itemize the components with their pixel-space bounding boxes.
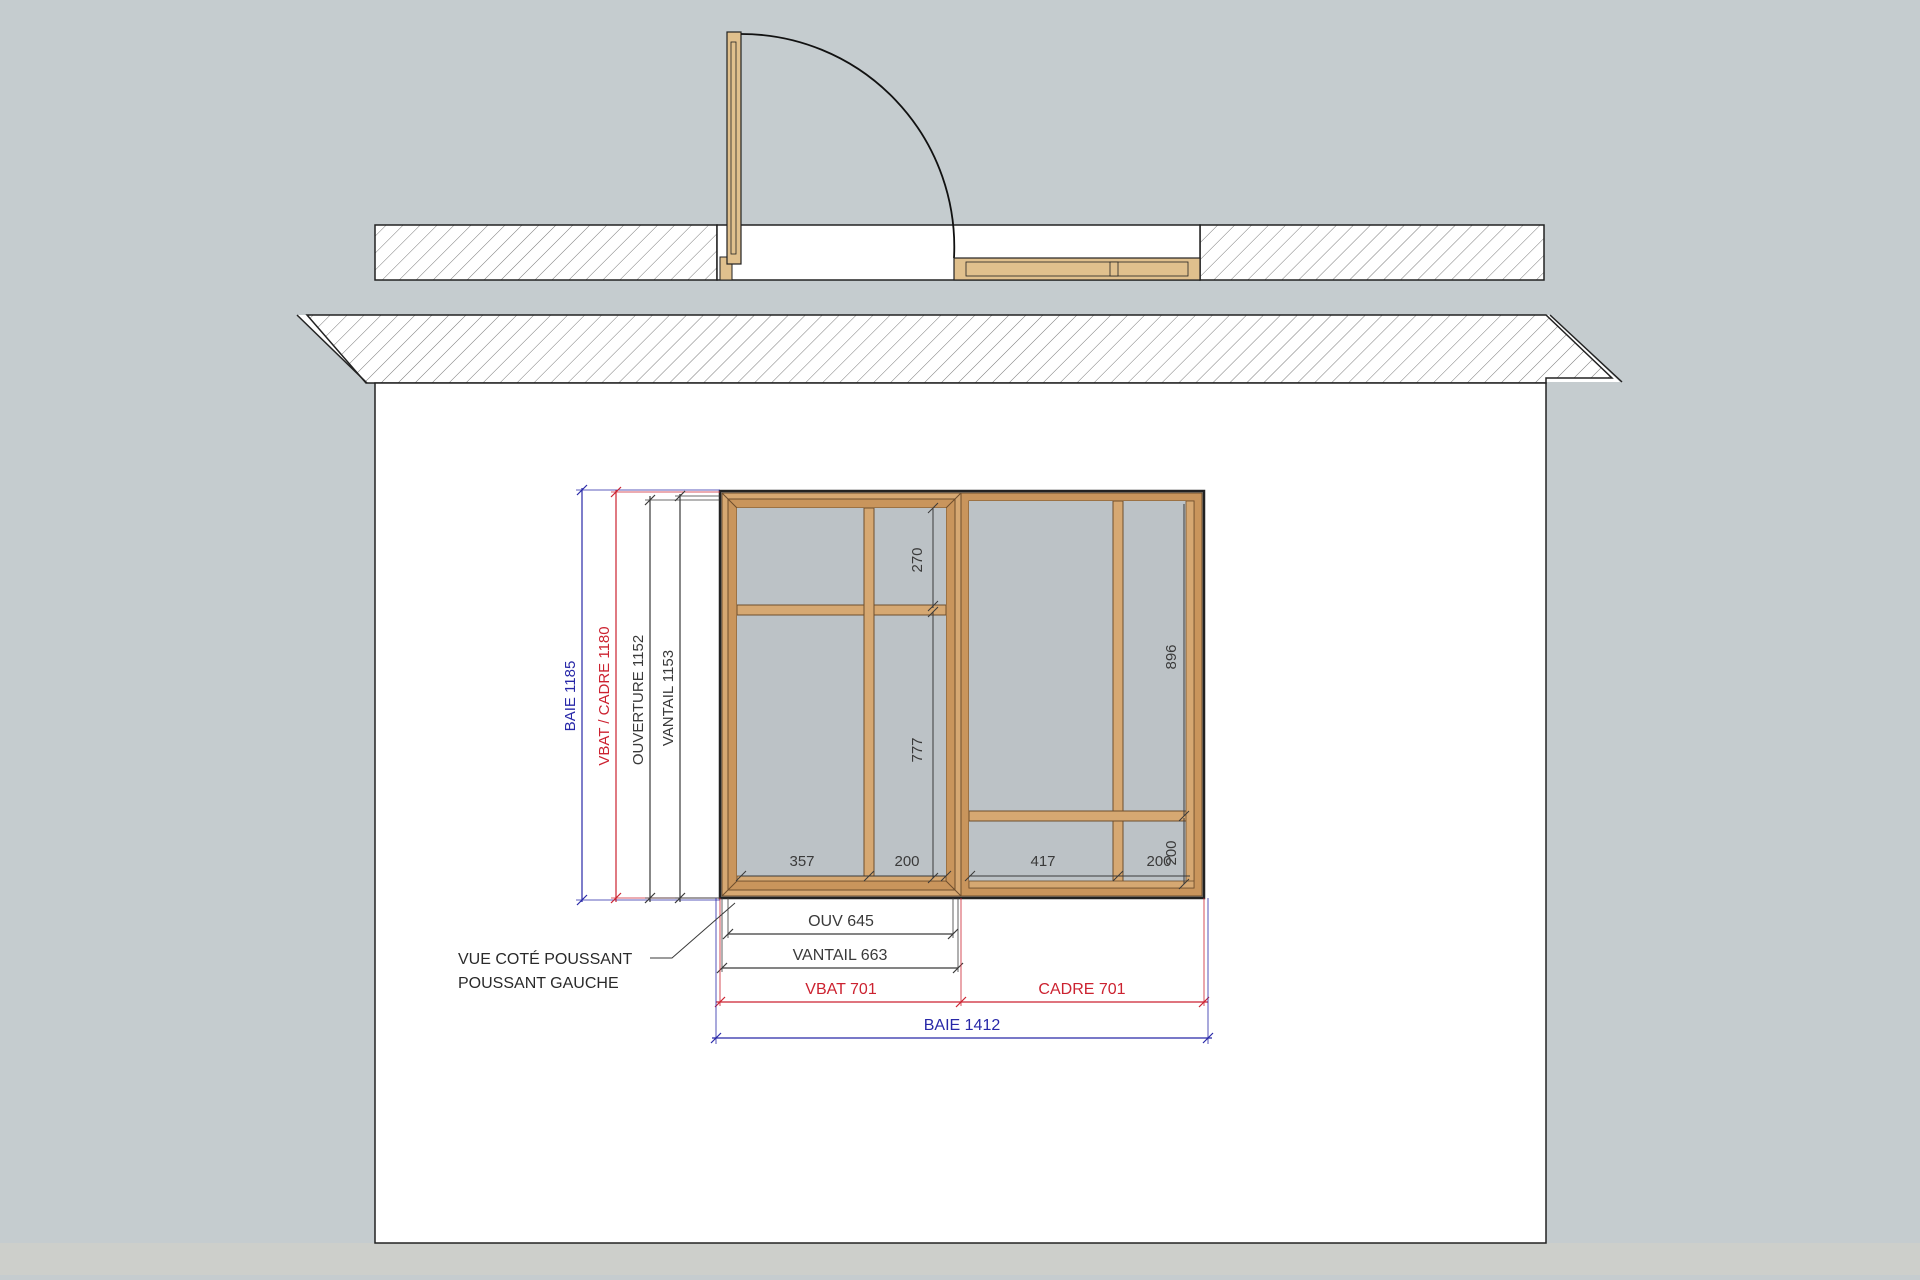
dim-left-top-height: 270: [909, 547, 926, 572]
right-frame-mullion: [1112, 500, 1124, 889]
lintel-hatch: [305, 314, 1614, 384]
right-frame-sill: [968, 880, 1195, 889]
dim-right-upper-height: 896: [1163, 644, 1180, 669]
drawing-canvas: BAIE 1185 VBAT / CADRE 1180 OUVERTURE 11…: [0, 0, 1920, 1275]
dim-right-right-width: 200: [1146, 853, 1171, 870]
plan-open-sash: [726, 31, 742, 265]
right-frame-glass: [969, 501, 1194, 888]
dim-left-left-width: 357: [789, 853, 814, 870]
dim-right-left-width: 417: [1030, 853, 1055, 870]
dim-vantail-height: VANTAIL 1153: [660, 650, 677, 746]
dim-vantail-width: VANTAIL 663: [793, 947, 888, 964]
dim-ouverture-height: OUVERTURE 1152: [630, 635, 647, 765]
dim-vbat-cadre-height: VBAT / CADRE 1180: [596, 626, 613, 765]
dim-left-bottom-height: 777: [909, 737, 926, 762]
left-sash-bottom-rail: [736, 875, 947, 882]
plan-view: [374, 31, 1545, 281]
right-frame-jamb: [1185, 500, 1195, 889]
ground-strip: [0, 1243, 1920, 1275]
dim-ouv-width: OUV 645: [808, 913, 874, 930]
right-frame: [960, 492, 1203, 897]
left-sash-transom: [736, 604, 947, 616]
plan-fixed-frame: [953, 257, 1201, 281]
right-frame-transom: [968, 810, 1195, 822]
annotation-line-2: POUSSANT GAUCHE: [458, 975, 619, 992]
plan-wall-right: [1199, 224, 1545, 281]
window-elevation-diagram: BAIE 1185 VBAT / CADRE 1180 OUVERTURE 11…: [0, 31, 1920, 1275]
plan-wall-left: [374, 224, 718, 281]
dim-baie-height: BAIE 1185: [562, 661, 579, 732]
dim-left-right-width: 200: [894, 853, 919, 870]
dim-baie-width: BAIE 1412: [924, 1017, 1001, 1034]
elevation-view: BAIE 1185 VBAT / CADRE 1180 OUVERTURE 11…: [296, 314, 1623, 1244]
left-sash-mullion: [863, 507, 875, 882]
annotation-line-1: VUE COTÉ POUSSANT: [458, 949, 632, 968]
dim-cadre-width: CADRE 701: [1038, 981, 1125, 998]
plan-fixed-frame-mullion: [1109, 261, 1119, 277]
dim-vbat-width: VBAT 701: [805, 981, 877, 998]
